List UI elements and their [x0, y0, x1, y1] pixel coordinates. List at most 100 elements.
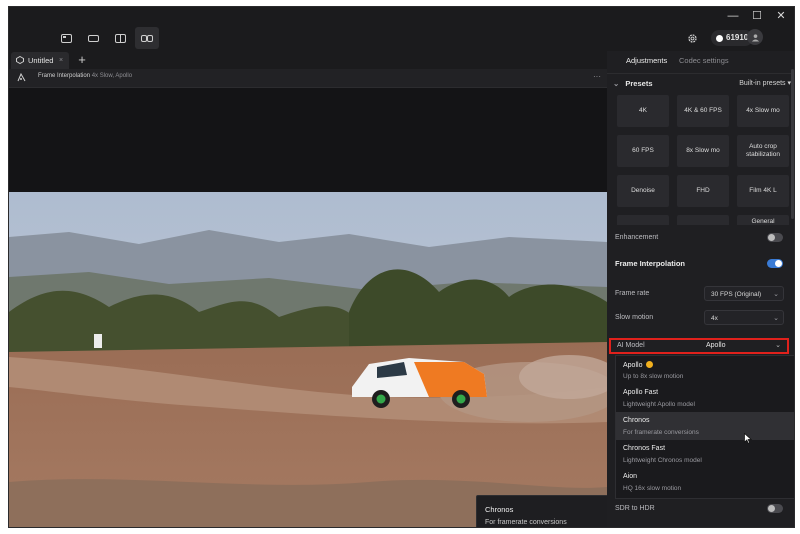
maximize-button[interactable]: ☐	[745, 9, 769, 23]
frame-rate-row: Frame rate 30 FPS (Original) ⌄	[615, 286, 785, 302]
option-description: HQ 16x slow motion	[623, 485, 682, 492]
tab-label: Untitled	[28, 56, 54, 65]
layout-single-button[interactable]	[54, 27, 78, 49]
preset-card[interactable]: General	[737, 215, 789, 225]
slow-motion-row: Slow motion 4x ⌄	[615, 310, 785, 326]
toolbar: 61910	[9, 25, 794, 51]
preset-card[interactable]	[617, 215, 669, 225]
preset-card[interactable]: Film 4K L	[737, 175, 789, 207]
slow-motion-select[interactable]: 4x ⌄	[704, 310, 784, 325]
layout-split-button[interactable]	[108, 27, 132, 49]
layout-preview-button[interactable]	[81, 27, 105, 49]
option-name: Chronos	[623, 417, 650, 424]
job-details: 4x Slow, Apollo	[91, 73, 133, 79]
new-tab-button[interactable]: +	[75, 51, 89, 69]
ai-model-value: Apollo	[706, 342, 726, 349]
preset-card[interactable]: Auto crop stabilization	[737, 135, 789, 167]
job-title: Frame Interpolation	[38, 73, 91, 79]
frame-rate-label: Frame rate	[615, 290, 650, 297]
preview-area: Chronos For framerate conversions	[9, 88, 609, 527]
job-bar: Frame Interpolation 4x Slow, Apollo ···	[9, 69, 607, 88]
preset-card[interactable]: 4K	[617, 95, 669, 127]
tab-codec-settings[interactable]: Codec settings	[679, 56, 729, 65]
frame-interpolation-toggle[interactable]	[767, 259, 783, 268]
enhancement-toggle[interactable]	[767, 233, 783, 242]
chevron-down-icon: ⌄	[773, 315, 779, 322]
option-aion[interactable]: Aion HQ 16x slow motion	[616, 468, 794, 496]
option-description: Lightweight Chronos model	[623, 457, 702, 464]
tab-adjustments[interactable]: Adjustments	[626, 56, 667, 65]
preset-card[interactable]: 4K & 60 FPS	[677, 95, 729, 127]
credits-count: 61910	[726, 33, 749, 42]
layout-preview-icon	[87, 34, 99, 42]
sdr-to-hdr-toggle[interactable]	[767, 504, 783, 513]
video-frame	[9, 192, 607, 527]
option-name: Chronos Fast	[623, 445, 666, 452]
option-name: Apollo Fast	[623, 389, 659, 396]
option-chronos[interactable]: Chronos For framerate conversions	[616, 412, 794, 440]
model-tooltip: Chronos For framerate conversions	[476, 495, 609, 527]
frame-interpolation-icon	[17, 73, 26, 82]
frame-interpolation-row: Frame Interpolation	[615, 256, 785, 272]
builtin-presets-label: Built-in presets	[739, 80, 786, 87]
chevron-down-icon: ⌄	[773, 291, 779, 298]
tab-untitled[interactable]: Untitled ×	[11, 52, 69, 69]
ai-model-dropdown: Apollo Up to 8x slow motion Apollo Fast …	[615, 355, 794, 499]
premium-badge-icon	[646, 361, 654, 368]
job-description: Frame Interpolation 4x Slow, Apollo	[38, 73, 132, 79]
frame-rate-value: 30 FPS (Original)	[711, 291, 762, 298]
slow-motion-value: 4x	[711, 315, 718, 322]
enhancement-label: Enhancement	[615, 234, 659, 241]
panel-scrollbar[interactable]	[791, 69, 794, 219]
frame-interpolation-label: Frame Interpolation	[615, 259, 686, 268]
rally-car-image	[9, 192, 607, 527]
sdr-to-hdr-row: SDR to HDR	[615, 501, 785, 517]
settings-button[interactable]	[680, 27, 704, 49]
minimize-button[interactable]: —	[721, 9, 745, 23]
user-icon	[751, 33, 759, 42]
tooltip-description: For framerate conversions	[485, 519, 567, 526]
preset-card[interactable]	[677, 215, 729, 225]
builtin-presets-select[interactable]: Built-in presets ▾	[739, 76, 791, 91]
option-name: Apollo	[623, 362, 643, 369]
option-description: Lightweight Apollo model	[623, 401, 695, 408]
option-apollo[interactable]: Apollo Up to 8x slow motion	[616, 356, 794, 384]
ai-model-select[interactable]: AI Model Apollo ⌄	[609, 338, 789, 354]
chevron-down-icon: ⌄	[775, 342, 781, 349]
preset-card[interactable]: 60 FPS	[617, 135, 669, 167]
option-description: For framerate conversions	[623, 429, 699, 436]
ai-model-label: AI Model	[617, 342, 645, 349]
enhancement-row: Enhancement	[615, 230, 785, 246]
close-button[interactable]: ✕	[769, 9, 793, 23]
option-description: Up to 8x slow motion	[623, 373, 684, 380]
tab-close-icon[interactable]: ×	[59, 52, 63, 69]
presets-grid: 4K 4K & 60 FPS 4x Slow mo 60 FPS 8x Slow…	[617, 95, 791, 225]
tooltip-title: Chronos	[485, 505, 514, 514]
title-bar: — ☐ ✕	[9, 7, 794, 25]
preset-card[interactable]: 8x Slow mo	[677, 135, 729, 167]
frame-rate-select[interactable]: 30 FPS (Original) ⌄	[704, 286, 784, 301]
app-window: — ☐ ✕ 61910 Untitled × + Frame Interpola…	[8, 6, 795, 528]
option-name: Aion	[623, 473, 638, 480]
panel-tabs: Adjustments Codec settings	[607, 51, 794, 74]
tab-bar: Untitled × +	[9, 51, 607, 69]
avatar[interactable]	[747, 29, 763, 45]
gear-icon	[687, 33, 697, 43]
more-options-icon[interactable]: ···	[593, 72, 601, 81]
project-icon	[16, 56, 24, 64]
layout-split-icon	[114, 33, 126, 43]
credits-icon	[716, 34, 723, 42]
option-chronos-fast[interactable]: Chronos Fast Lightweight Chronos model	[616, 440, 794, 468]
preset-card[interactable]: FHD	[677, 175, 729, 207]
sdr-to-hdr-label: SDR to HDR	[615, 505, 655, 512]
preset-card[interactable]: Denoise	[617, 175, 669, 207]
cursor-icon	[744, 433, 752, 444]
preset-card[interactable]: 4x Slow mo	[737, 95, 789, 127]
layout-side-by-side-button[interactable]	[135, 27, 159, 49]
slow-motion-label: Slow motion	[615, 314, 654, 321]
presets-header[interactable]: ⌄ Presets Built-in presets ▾	[613, 76, 791, 91]
layout-single-icon	[60, 33, 72, 43]
option-apollo-fast[interactable]: Apollo Fast Lightweight Apollo model	[616, 384, 794, 412]
presets-label: Presets	[625, 79, 653, 88]
chevron-down-icon: ⌄	[613, 79, 620, 88]
